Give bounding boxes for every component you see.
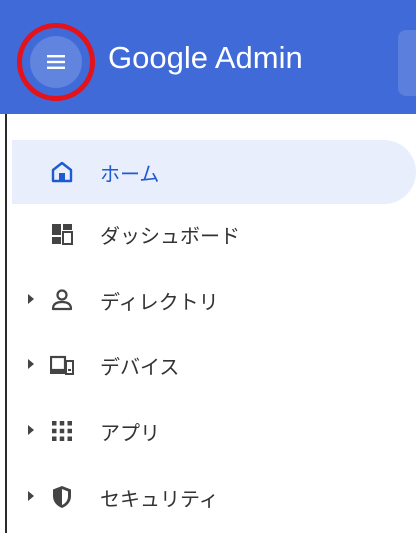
dashboard-icon <box>52 224 73 245</box>
expand-caret-icon[interactable] <box>28 425 34 435</box>
expand-caret-icon[interactable] <box>28 491 34 501</box>
apps-grid-icon <box>52 421 72 441</box>
shield-icon <box>53 486 71 508</box>
sidebar-item-devices[interactable]: デバイス <box>0 333 416 397</box>
search-bar-edge[interactable] <box>398 30 416 96</box>
sidebar-item-directory[interactable]: ディレクトリ <box>0 268 416 332</box>
sidebar-item-label: デバイス <box>100 355 180 379</box>
sidebar-item-label: アプリ <box>100 421 160 445</box>
person-icon <box>51 289 73 311</box>
expand-caret-icon[interactable] <box>28 294 34 304</box>
home-icon <box>51 161 73 183</box>
hamburger-menu-icon <box>47 55 65 69</box>
sidebar-item-label: セキュリティ <box>100 487 219 511</box>
sidebar-item-label: ダッシュボード <box>100 224 240 248</box>
main-menu-button[interactable] <box>30 36 82 88</box>
sidebar-item-label: ホーム <box>100 162 160 186</box>
sidebar-item-apps[interactable]: アプリ <box>0 399 416 463</box>
admin-console-window: Google Admin ホーム ダッシュボード ディレクトリ デバイス アプリ… <box>0 0 416 533</box>
sidebar-item-label: ディレクトリ <box>100 290 219 314</box>
sidebar-item-dashboard[interactable]: ダッシュボード <box>0 202 416 266</box>
app-title: Google Admin <box>108 40 303 75</box>
sidebar-item-security[interactable]: セキュリティ <box>0 465 416 529</box>
top-app-bar: Google Admin <box>0 0 416 114</box>
devices-icon <box>50 355 74 375</box>
expand-caret-icon[interactable] <box>28 359 34 369</box>
sidebar-item-home[interactable]: ホーム <box>0 140 416 204</box>
